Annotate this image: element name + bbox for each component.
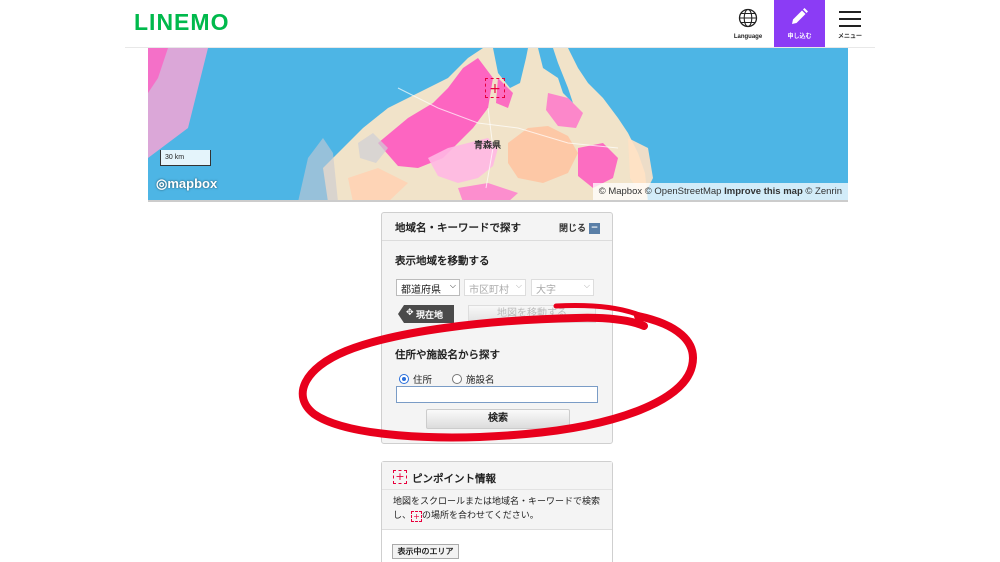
- close-label: 閉じる: [558, 224, 586, 234]
- pinpoint-title: ピンポイント情報: [412, 473, 496, 485]
- search-panel-title: 地域名・キーワードで探す: [395, 222, 521, 234]
- globe-icon: [738, 8, 758, 28]
- prefecture-select[interactable]: 都道府県 ⌵: [396, 279, 460, 296]
- menu-label: メニュー: [837, 34, 862, 40]
- current-area-button[interactable]: 表示中のエリア: [392, 544, 459, 559]
- site-header: LINEMO Language 申し込む メニュー: [0, 0, 1000, 48]
- district-select-value: 大字: [536, 285, 556, 296]
- prefecture-select-value: 都道府県: [401, 285, 441, 296]
- improve-map-link[interactable]: Improve this map: [724, 186, 803, 197]
- chevron-down-icon: ⌵: [515, 281, 522, 290]
- crosshair-icon: +: [411, 511, 423, 522]
- pinpoint-desc-2: の場所を合わせてください。: [422, 511, 539, 521]
- mapbox-logo-text: mapbox: [167, 176, 218, 191]
- district-select[interactable]: 大字 ⌵: [531, 279, 594, 296]
- city-select-value: 市区町村: [469, 285, 509, 296]
- map-attribution: © Mapbox © OpenStreetMap Improve this ma…: [592, 183, 848, 200]
- search-panel-header: 地域名・キーワードで探す 閉じる −: [382, 213, 612, 241]
- coverage-map[interactable]: + 青森県 30 km ◎mapbox © Mapbox © OpenStree…: [148, 48, 848, 202]
- red-annotation-ellipse: [298, 303, 697, 442]
- prefecture-label: 青森県: [474, 141, 502, 151]
- language-label: Language: [733, 34, 763, 40]
- menu-button[interactable]: メニュー: [826, 0, 874, 48]
- move-section-title: 表示地域を移動する: [395, 255, 490, 267]
- pinpoint-header: + ピンポイント情報: [382, 462, 612, 490]
- city-select[interactable]: 市区町村 ⌵: [464, 279, 526, 296]
- linemo-logo[interactable]: LINEMO: [134, 9, 229, 36]
- language-button[interactable]: Language: [723, 0, 773, 48]
- map-scale: 30 km: [160, 150, 211, 166]
- logo-o: O: [210, 9, 230, 35]
- crosshair-icon: +: [485, 78, 505, 98]
- apply-label: 申し込む: [787, 34, 812, 40]
- apply-button[interactable]: 申し込む: [774, 0, 825, 48]
- attribution-zenrin[interactable]: © Zenrin: [805, 186, 842, 197]
- close-panel-button[interactable]: 閉じる −: [559, 221, 600, 234]
- chevron-down-icon: ⌵: [449, 281, 456, 290]
- crosshair-icon: +: [393, 470, 407, 484]
- pinpoint-description: 地図をスクロールまたは地域名・キーワードで検索し、 + の場所を合わせてください。: [393, 495, 605, 523]
- pinpoint-panel: + ピンポイント情報 地図をスクロールまたは地域名・キーワードで検索し、 + の場所…: [381, 461, 613, 562]
- attribution-copyright[interactable]: © Mapbox © OpenStreetMap: [599, 186, 722, 197]
- collapse-icon: −: [589, 223, 600, 234]
- map-canvas: [148, 48, 653, 200]
- pencil-icon: [792, 8, 808, 24]
- hamburger-icon: [839, 11, 861, 27]
- chevron-down-icon: ⌵: [583, 281, 590, 290]
- mapbox-logo[interactable]: ◎mapbox: [156, 176, 217, 192]
